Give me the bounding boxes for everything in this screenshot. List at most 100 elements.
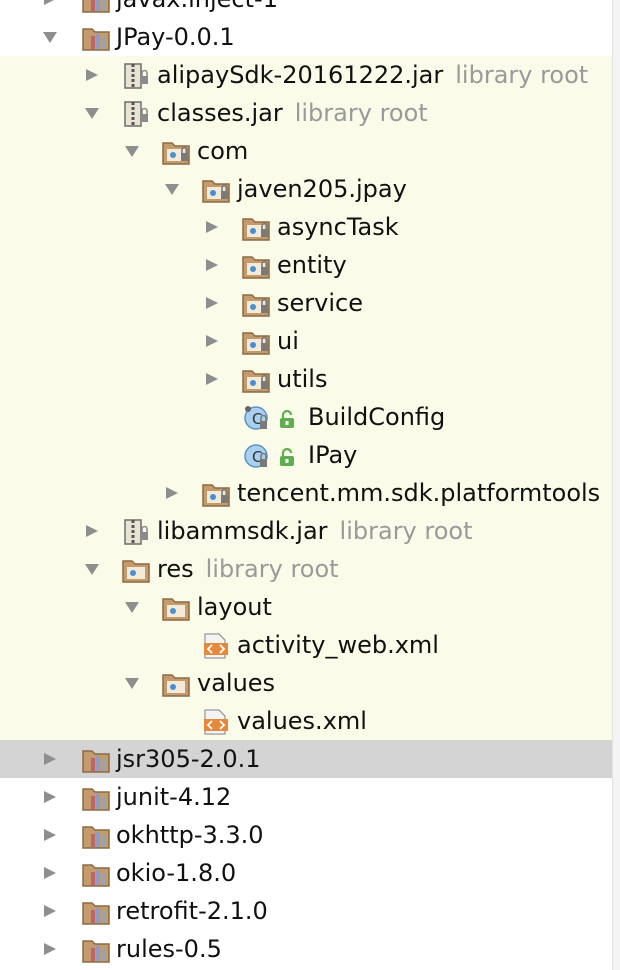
- expand-arrow-icon[interactable]: [40, 816, 60, 854]
- library-root-tag: library root: [339, 517, 473, 545]
- tree-row-javax-inject[interactable]: javax.inject-1: [0, 0, 612, 18]
- vertical-scrollbar[interactable]: [612, 0, 620, 970]
- expand-arrow-icon[interactable]: [82, 512, 102, 550]
- expand-arrow-icon[interactable]: [162, 474, 182, 512]
- library-folder-icon: [82, 823, 110, 849]
- jar-archive-icon: [122, 519, 150, 545]
- tree-row-label: ui: [277, 327, 299, 355]
- package-folder-icon: [202, 177, 230, 203]
- expand-arrow-icon[interactable]: [202, 284, 222, 322]
- tree-row-layout[interactable]: layout: [0, 588, 612, 626]
- expand-arrow-icon[interactable]: [40, 778, 60, 816]
- xml-file-icon: [202, 709, 230, 735]
- jar-archive-icon: [122, 101, 150, 127]
- tree-row-label: okhttp-3.3.0: [116, 821, 264, 849]
- tree-row-service[interactable]: service: [0, 284, 612, 322]
- library-folder-icon: [82, 0, 110, 13]
- expand-arrow-icon[interactable]: [40, 892, 60, 930]
- tree-row-libammsdk-jar[interactable]: libammsdk.jar library root: [0, 512, 612, 550]
- tree-row-label: okio-1.8.0: [116, 859, 237, 887]
- tree-row-label: junit-4.12: [116, 783, 232, 811]
- library-folder-icon: [82, 937, 110, 963]
- library-root-tag: library root: [294, 99, 428, 127]
- tree-row-label: libammsdk.jar library root: [157, 517, 473, 545]
- library-folder-icon: [82, 25, 110, 51]
- tree-row-ui[interactable]: ui: [0, 322, 612, 360]
- expand-arrow-icon[interactable]: [40, 854, 60, 892]
- tree-row-label: JPay-0.0.1: [116, 23, 235, 51]
- package-folder-icon: [202, 481, 230, 507]
- tree-row-asynctask[interactable]: asyncTask: [0, 208, 612, 246]
- package-folder-icon: [242, 291, 270, 317]
- tree-row-label: IPay: [308, 441, 358, 469]
- tree-row-values[interactable]: values: [0, 664, 612, 702]
- collapse-arrow-icon[interactable]: [162, 170, 182, 208]
- tree-row-label: retrofit-2.1.0: [116, 897, 268, 925]
- public-lock-icon: [278, 445, 296, 466]
- tree-row-label: javen205.jpay: [237, 175, 407, 203]
- tree-row-activity-web-xml[interactable]: activity_web.xml: [0, 626, 612, 664]
- tree-row-label: asyncTask: [277, 213, 399, 241]
- class-icon: C: [242, 443, 270, 469]
- tree-row-utils[interactable]: utils: [0, 360, 612, 398]
- tree-row-alipaysdk-jar[interactable]: alipaySdk-20161222.jar library root: [0, 56, 612, 94]
- expand-arrow-icon[interactable]: [40, 930, 60, 968]
- tree-row-label: classes.jar library root: [157, 99, 428, 127]
- tree-row-entity[interactable]: entity: [0, 246, 612, 284]
- expand-arrow-icon[interactable]: [202, 360, 222, 398]
- expand-arrow-icon[interactable]: [202, 208, 222, 246]
- library-folder-icon: [82, 899, 110, 925]
- expand-arrow-icon[interactable]: [40, 740, 60, 778]
- tree-row-label: jsr305-2.0.1: [116, 745, 261, 773]
- package-folder-icon: [242, 367, 270, 393]
- resource-folder-icon: [162, 595, 190, 621]
- tree-row-okhttp[interactable]: okhttp-3.3.0: [0, 816, 612, 854]
- tree-row-retrofit[interactable]: retrofit-2.1.0: [0, 892, 612, 930]
- tree-row-label: tencent.mm.sdk.platformtools: [237, 479, 601, 507]
- expand-arrow-icon[interactable]: [40, 0, 60, 18]
- resource-folder-icon: [162, 671, 190, 697]
- tree-row-junit[interactable]: junit-4.12: [0, 778, 612, 816]
- collapse-arrow-icon[interactable]: [40, 18, 60, 56]
- expand-arrow-icon[interactable]: [202, 322, 222, 360]
- expand-arrow-icon[interactable]: [82, 56, 102, 94]
- tree-row-label: layout: [197, 593, 272, 621]
- tree-row-label: res library root: [157, 555, 339, 583]
- tree-row-label: activity_web.xml: [237, 631, 439, 659]
- tree-row-label: alipaySdk-20161222.jar library root: [157, 61, 589, 89]
- collapse-arrow-icon[interactable]: [82, 94, 102, 132]
- collapse-arrow-icon[interactable]: [122, 664, 142, 702]
- library-folder-icon: [82, 785, 110, 811]
- tree-row-label: com: [197, 137, 249, 165]
- tree-row-label: utils: [277, 365, 328, 393]
- collapse-arrow-icon[interactable]: [122, 588, 142, 626]
- tree-row-res[interactable]: res library root: [0, 550, 612, 588]
- tree-row-ipay[interactable]: C IPay: [0, 436, 612, 474]
- tree-row-buildconfig[interactable]: C BuildConfig: [0, 398, 612, 436]
- tree-row-label: BuildConfig: [308, 403, 446, 431]
- library-root-tag: library root: [205, 555, 339, 583]
- tree-row-classes-jar[interactable]: classes.jar library root: [0, 94, 612, 132]
- package-folder-icon: [242, 215, 270, 241]
- tree-row-label: entity: [277, 251, 347, 279]
- library-root-tag: library root: [455, 61, 589, 89]
- collapse-arrow-icon[interactable]: [82, 550, 102, 588]
- tree-row-values-xml[interactable]: values.xml: [0, 702, 612, 740]
- tree-row-jsr305[interactable]: jsr305-2.0.1: [0, 740, 612, 778]
- tree-row-tencent-platformtools[interactable]: tencent.mm.sdk.platformtools: [0, 474, 612, 512]
- jar-archive-icon: [122, 63, 150, 89]
- collapse-arrow-icon[interactable]: [122, 132, 142, 170]
- library-folder-icon: [82, 747, 110, 773]
- tree-row-javen205-jpay[interactable]: javen205.jpay: [0, 170, 612, 208]
- expand-arrow-icon[interactable]: [202, 246, 222, 284]
- package-folder-icon: [162, 139, 190, 165]
- tree-row-rules[interactable]: rules-0.5: [0, 930, 612, 968]
- tree-row-okio[interactable]: okio-1.8.0: [0, 854, 612, 892]
- tree-row-label: rules-0.5: [116, 935, 222, 963]
- resource-folder-icon: [122, 557, 150, 583]
- tree-row-com[interactable]: com: [0, 132, 612, 170]
- package-folder-icon: [242, 253, 270, 279]
- tree-row-label: values: [197, 669, 276, 697]
- tree-row-label: javax.inject-1: [116, 0, 278, 18]
- tree-row-jpay[interactable]: JPay-0.0.1: [0, 18, 612, 56]
